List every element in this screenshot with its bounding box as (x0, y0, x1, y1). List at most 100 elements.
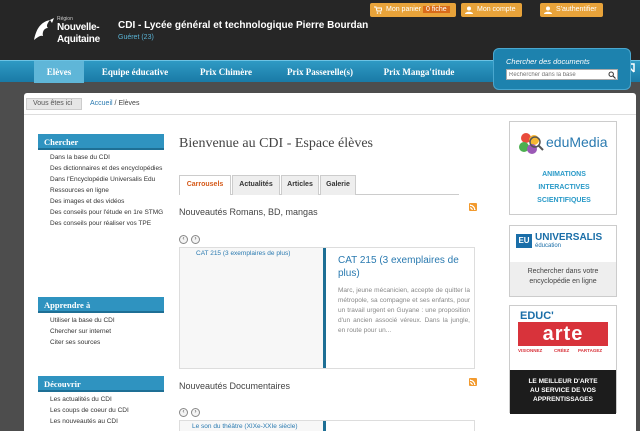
prev-arrow-icon[interactable]: ‹ (179, 235, 188, 244)
edumedia-logo-icon (519, 133, 544, 154)
sidebar-item-base-cdi[interactable]: Dans la base du CDI (50, 154, 164, 162)
account-label: Mon compte (477, 6, 516, 13)
tab-carrousels[interactable]: Carrousels (179, 175, 231, 195)
promo-educarte[interactable]: EDUC' arte VISIONNEZ CRÉEZ PARTAGEZ LE M… (509, 305, 617, 414)
sidebar-item-universalis[interactable]: Dans l'Encyclopédie Universalis Edu (50, 176, 164, 184)
nav-item-eleves[interactable]: Elèves (34, 61, 84, 83)
edumedia-line1: ANIMATIONS (542, 171, 586, 178)
thumbnail-title[interactable]: Le son du théâtre (XIXe-XXIe siècle) (192, 423, 298, 430)
sidebar-item-coups-de-coeur[interactable]: Les coups de coeur du CDI (50, 407, 164, 415)
tab-articles[interactable]: Articles (281, 175, 319, 195)
sidebar-item-conseils-tpe[interactable]: Des conseils pour réaliser vos TPE (50, 220, 164, 228)
carousel-thumbnail[interactable]: Le son du théâtre (XIXe-XXIe siècle) (180, 421, 326, 431)
caption-title[interactable]: CAT 215 (3 exemplaires de plus) (338, 254, 470, 280)
login-label: S'authentifier (556, 6, 597, 13)
rss-icon[interactable] (469, 203, 477, 211)
thumbnail-title[interactable]: CAT 215 (3 exemplaires de plus) (196, 250, 290, 257)
search-box: Chercher des documents (493, 48, 631, 90)
carousel-controls: ‹ › (179, 235, 205, 245)
carousel-documentaires: Le son du théâtre (XIXe-XXIe siècle) (179, 420, 475, 431)
section-title-documentaires: Nouveautés Documentaires (179, 381, 291, 391)
sidebar-decouvrir-list: Les actualités du CDI Les coups de coeur… (38, 392, 164, 426)
cart-button[interactable]: Mon panier 0 fiche (370, 3, 456, 17)
educarte-icon-partagez: PARTAGEZ (578, 348, 603, 353)
caption-text: Marc, jeune mécanicien, accepte de quitt… (338, 287, 470, 334)
region-name-line1: Nouvelle- (57, 22, 100, 33)
sidebar-decouvrir-title: Découvrir (38, 376, 164, 392)
sidebar-apprendre-list: Utiliser la base du CDI Chercher sur int… (38, 313, 164, 347)
edumedia-wordmark: eduMedia (546, 134, 608, 150)
educarte-line1: LE MEILLEUR D'ARTE (528, 378, 598, 385)
sidebar-apprendre-title: Apprendre à (38, 297, 164, 313)
region-logo[interactable]: Région Nouvelle- Aquitaine (30, 14, 120, 54)
carousel-romans: CAT 215 (3 exemplaires de plus) CAT 215 … (179, 247, 475, 369)
sidebar-item-utiliser-base[interactable]: Utiliser la base du CDI (50, 317, 164, 325)
next-arrow-icon[interactable]: › (191, 408, 200, 417)
breadcrumb-current: Elèves (118, 100, 140, 107)
prev-arrow-icon[interactable]: ‹ (179, 408, 188, 417)
nav-item-equipe-educative[interactable]: Equipe éducative (92, 61, 178, 83)
carousel-caption: CAT 215 (3 exemplaires de plus) Marc, je… (338, 254, 470, 336)
tab-actualites[interactable]: Actualités (232, 175, 280, 195)
sidebar-item-images-videos[interactable]: Des images et des vidéos (50, 198, 164, 206)
sidebar-item-nouveautes[interactable]: Les nouveautés au CDI (50, 418, 164, 426)
nav-item-prix-passerelles[interactable]: Prix Passerelle(s) (276, 61, 364, 83)
breadcrumb-home-link[interactable]: Accueil (90, 100, 113, 107)
carousel-thumbnail[interactable]: CAT 215 (3 exemplaires de plus) (180, 248, 326, 368)
edumedia-line2: INTERACTIVES (538, 184, 590, 191)
promo-edumedia[interactable]: eduMedia ANIMATIONS INTERACTIVES SCIENTI… (509, 121, 617, 215)
sidebar-item-citer-sources[interactable]: Citer ses sources (50, 339, 164, 347)
universalis-badge: EU (516, 234, 532, 248)
breadcrumb-separator: / (114, 100, 117, 107)
nav-item-prix-chimere[interactable]: Prix Chimère (190, 61, 262, 83)
educarte-line2: AU SERVICE DE VOS (530, 387, 596, 394)
educarte-wordmark: arte (518, 322, 608, 346)
cart-icon (374, 6, 382, 14)
universalis-header: EU UNIVERSALIS éducation (510, 226, 616, 256)
site-title[interactable]: CDI - Lycée général et technologique Pie… (118, 20, 368, 31)
educarte-line3: APPRENTISSAGES (533, 396, 593, 403)
account-button[interactable]: Mon compte (461, 3, 522, 17)
breadcrumb-path: Accueil / Elèves (90, 100, 139, 107)
edumedia-line3: SCIENTIFIQUES (537, 197, 591, 204)
sidebar-chercher-list: Dans la base du CDI Des dictionnaires et… (38, 150, 164, 228)
cart-label: Mon panier (386, 6, 422, 13)
educarte-icon-visionnez: VISIONNEZ (518, 348, 543, 353)
content-tabs: Carrousels Actualités Articles Galerie (179, 175, 459, 195)
universalis-wordmark: UNIVERSALIS (535, 232, 603, 243)
rss-icon[interactable] (469, 378, 477, 386)
carousel-controls: ‹ › (179, 408, 205, 418)
tab-galerie[interactable]: Galerie (320, 175, 356, 195)
sidebar-chercher-title: Chercher (38, 134, 164, 150)
horse-logo-icon (34, 18, 54, 40)
educarte-top: EDUC' (520, 310, 554, 322)
search-icon[interactable] (608, 71, 616, 79)
search-input[interactable] (506, 69, 618, 80)
user-icon (465, 6, 473, 14)
sidebar-item-conseils-stmg[interactable]: Des conseils pour l'étude en 1re STMG (50, 209, 164, 217)
sidebar-item-ressources[interactable]: Ressources en ligne (50, 187, 164, 195)
educarte-footer: LE MEILLEUR D'ARTE AU SERVICE DE VOS APP… (510, 370, 616, 414)
search-label: Chercher des documents (506, 57, 590, 66)
user-icon (544, 6, 552, 14)
sidebar-item-actualites[interactable]: Les actualités du CDI (50, 396, 164, 404)
universalis-sub: éducation (535, 243, 562, 249)
sidebar-item-dictionnaires[interactable]: Des dictionnaires et des encyclopédies (50, 165, 164, 173)
region-name-line2: Aquitaine (57, 34, 100, 45)
section-title-romans: Nouveautés Romans, BD, mangas (179, 207, 318, 217)
login-button[interactable]: S'authentifier (540, 3, 603, 17)
educarte-icon-creez: CRÉEZ (554, 348, 570, 353)
sidebar-item-chercher-internet[interactable]: Chercher sur internet (50, 328, 164, 336)
next-arrow-icon[interactable]: › (191, 235, 200, 244)
page-title: Bienvenue au CDI - Espace élèves (179, 136, 373, 151)
nav-item-prix-mangatitude[interactable]: Prix Manga'titude (376, 61, 462, 83)
sidebar-chercher: Chercher Dans la base du CDI Des diction… (38, 134, 164, 231)
breadcrumb-here-label: Vous êtes ici (26, 98, 82, 110)
content-panel: Vous êtes ici Accueil / Elèves Chercher … (24, 93, 636, 431)
edumedia-tagline: ANIMATIONS INTERACTIVES SCIENTIFIQUES (510, 168, 618, 207)
universalis-tagline: Rechercher dans votre encyclopédie en li… (510, 262, 616, 296)
promo-universalis[interactable]: EU UNIVERSALIS éducation Rechercher dans… (509, 225, 617, 297)
universalis-line2: encyclopédie en ligne (529, 278, 597, 285)
breadcrumb: Vous êtes ici Accueil / Elèves (24, 93, 636, 115)
site-subtitle: Guéret (23) (118, 34, 154, 41)
